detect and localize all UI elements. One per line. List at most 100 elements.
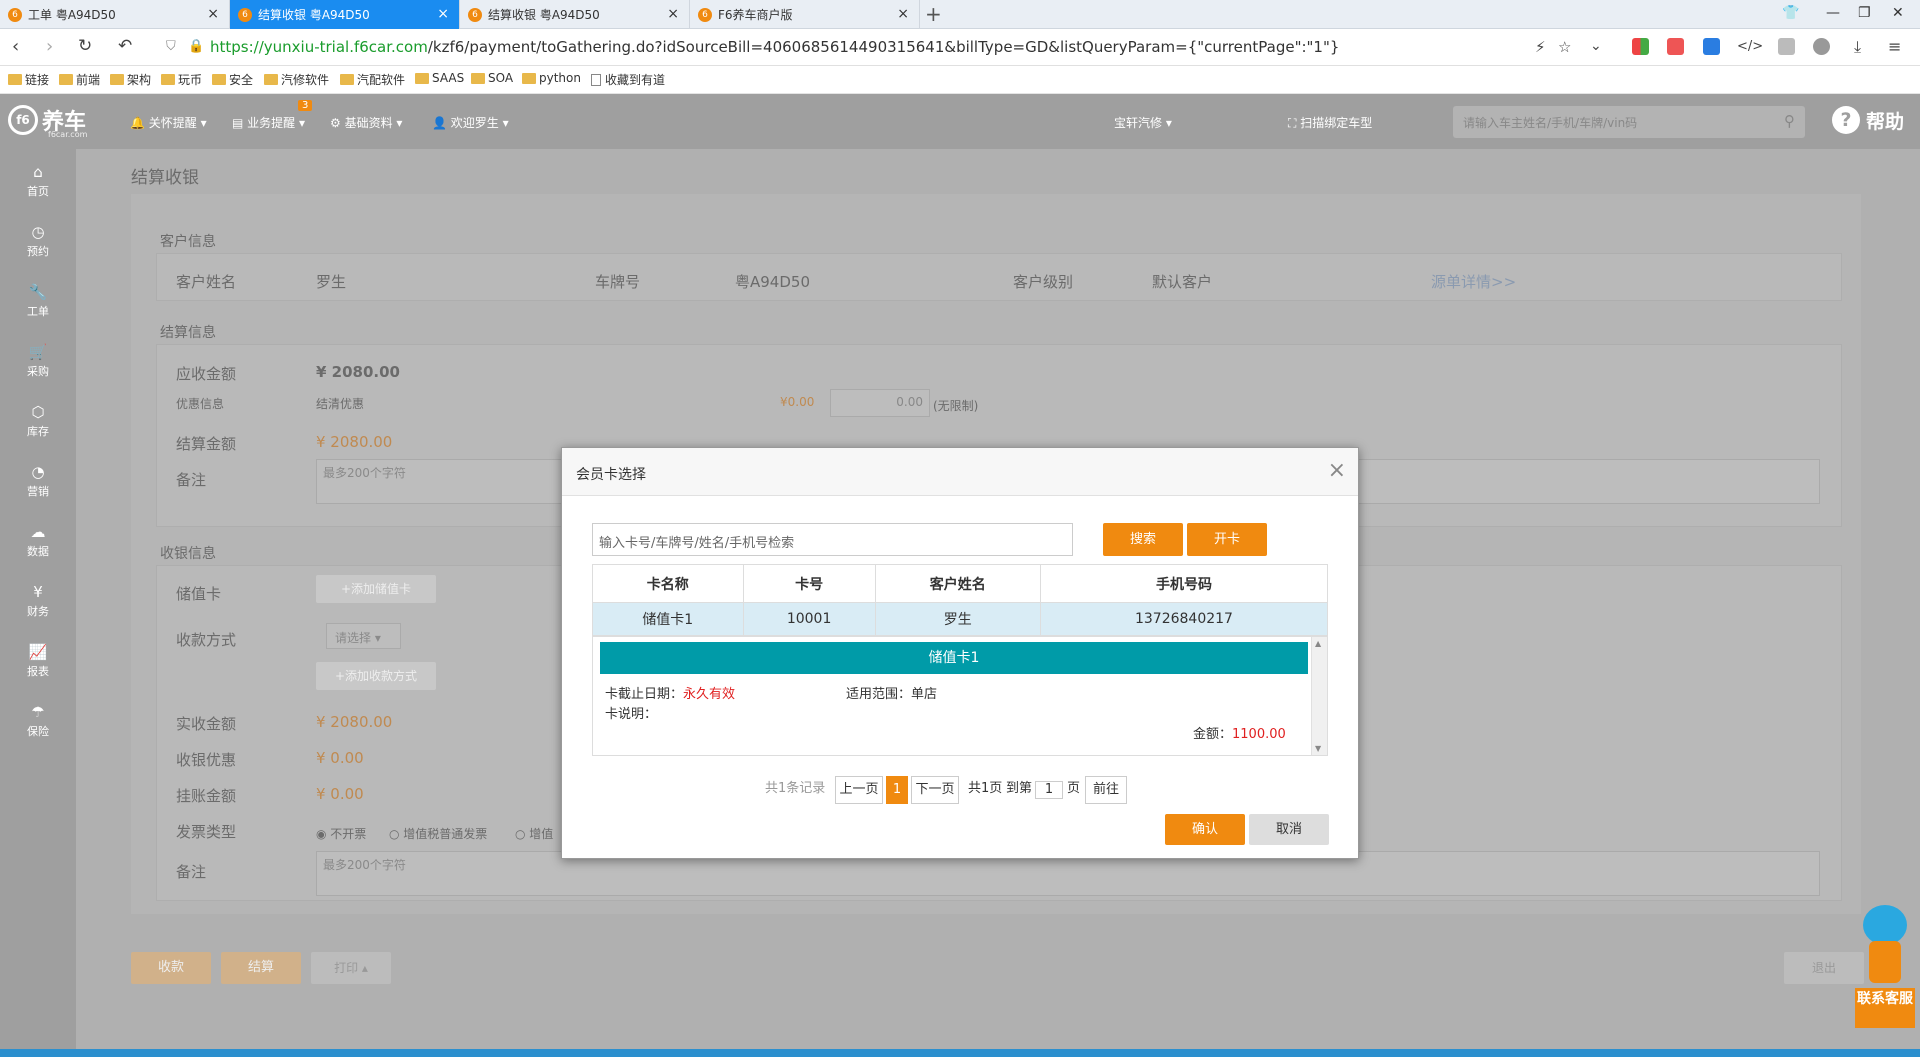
undo-icon[interactable]: ↶ <box>118 36 132 56</box>
close-tab-icon[interactable]: × <box>437 6 449 22</box>
sidebar-item-workorder[interactable]: 🔧 工单 <box>0 283 76 319</box>
table-row[interactable]: 储值卡1 10001 罗生 13726840217 <box>592 602 1329 636</box>
bookmark-folder[interactable]: 安全 <box>212 71 253 88</box>
detail-scrollbar[interactable]: ▲ ▼ <box>1311 637 1327 755</box>
open-card-button[interactable]: 开卡 <box>1187 523 1267 556</box>
browser-tab[interactable]: 6 工单 粤A94D50 × <box>0 0 230 29</box>
bookmark-folder[interactable]: 玩币 <box>161 71 202 88</box>
close-tab-icon[interactable]: × <box>897 6 909 22</box>
add-stored-card-button[interactable]: +添加储值卡 <box>316 575 436 603</box>
folder-icon <box>212 74 226 85</box>
sidebar-label: 采购 <box>27 365 49 378</box>
minimize-icon[interactable]: — <box>1826 5 1840 21</box>
invoice-option[interactable]: ◉ 不开票 <box>316 825 366 842</box>
yen-icon: ¥ <box>33 583 43 601</box>
star-icon[interactable]: ☆ <box>1558 38 1571 56</box>
prev-page-button[interactable]: 上一页 <box>835 776 883 804</box>
pie-icon: ◔ <box>31 463 45 481</box>
invoice-option[interactable]: ○ 增值 <box>515 825 553 842</box>
download-icon[interactable]: ⤓ <box>1854 37 1861 57</box>
invoice-option[interactable]: ○ 增值税普通发票 <box>389 825 487 842</box>
close-tab-icon[interactable]: × <box>667 6 679 22</box>
card-search-input[interactable]: 输入卡号/车牌号/姓名/手机号检索 <box>592 523 1073 556</box>
go-button[interactable]: 前往 <box>1085 776 1127 804</box>
bookmark-folder[interactable]: python <box>522 71 581 85</box>
browser-tab[interactable]: 6 F6养车商户版 × <box>690 0 920 29</box>
restore-icon[interactable]: ❐ <box>1858 5 1871 21</box>
settle-button[interactable]: 结算 <box>221 952 301 984</box>
bookmark-folder[interactable]: 链接 <box>8 71 49 88</box>
exit-button[interactable]: 退出 <box>1784 952 1864 984</box>
extension-icon[interactable] <box>1778 38 1795 55</box>
sidebar-item-inventory[interactable]: ⬡ 库存 <box>0 403 76 439</box>
scroll-up-icon[interactable]: ▲ <box>1315 639 1321 648</box>
business-reminder-menu[interactable]: ▤ 业务提醒 ▾ <box>232 114 305 131</box>
sidebar-item-finance[interactable]: ¥ 财务 <box>0 583 76 619</box>
chevron-down-icon[interactable]: ⌄ <box>1590 38 1602 54</box>
sidebar-label: 保险 <box>27 725 49 738</box>
customer-service-widget[interactable]: 联系客服 <box>1855 905 1915 1028</box>
forward-icon[interactable]: › <box>46 36 53 57</box>
reload-icon[interactable]: ↻ <box>78 36 92 56</box>
sidebar-item-insurance[interactable]: ☂ 保险 <box>0 703 76 739</box>
sidebar-label: 营销 <box>27 485 49 498</box>
bookmark-folder[interactable]: 汽配软件 <box>340 71 405 88</box>
discount-input-value: 0.00 <box>896 395 923 409</box>
scan-bind-button[interactable]: ⛶ 扫描绑定车型 <box>1288 114 1372 131</box>
bookmark-page[interactable]: 收藏到有道 <box>591 71 665 88</box>
shield-icon[interactable]: ⛉ <box>166 39 176 54</box>
discount-input[interactable]: 0.00 <box>830 389 930 417</box>
bookmark-folder[interactable]: 架构 <box>110 71 151 88</box>
pay-method-select[interactable]: 请选择 ▾ <box>326 623 401 649</box>
sidebar-item-home[interactable]: ⌂ 首页 <box>0 163 76 199</box>
browser-tab-active[interactable]: 6 结算收银 粤A94D50 × <box>230 0 460 29</box>
apps-icon[interactable] <box>1632 38 1649 55</box>
new-tab-button[interactable]: + <box>925 2 942 26</box>
lightning-icon[interactable]: ⚡ <box>1535 38 1546 56</box>
bookmark-folder[interactable]: 汽修软件 <box>264 71 329 88</box>
current-page[interactable]: 1 <box>886 776 908 804</box>
url-input[interactable]: https://yunxiu-trial.f6car.com/kzf6/paym… <box>210 38 1339 56</box>
extension-icon[interactable] <box>1813 38 1830 55</box>
scroll-down-icon[interactable]: ▼ <box>1315 744 1321 753</box>
add-pay-method-button[interactable]: +添加收款方式 <box>316 662 436 690</box>
goto-page-input[interactable]: 1 <box>1035 781 1063 799</box>
extension-icon[interactable] <box>1703 38 1720 55</box>
menu-icon[interactable]: ≡ <box>1888 37 1901 56</box>
cancel-button[interactable]: 取消 <box>1249 814 1329 845</box>
search-icon[interactable]: ⚲ <box>1784 112 1795 130</box>
next-page-button[interactable]: 下一页 <box>911 776 959 804</box>
sidebar-item-booking[interactable]: ◷ 预约 <box>0 223 76 259</box>
care-reminder-menu[interactable]: 🔔 关怀提醒 ▾ <box>130 114 207 131</box>
close-icon[interactable]: × <box>1328 458 1346 483</box>
close-tab-icon[interactable]: × <box>207 6 219 22</box>
store-selector[interactable]: 宝轩汽修 ▾ <box>1114 114 1172 131</box>
confirm-button[interactable]: 确认 <box>1165 814 1245 845</box>
contact-service-label: 联系客服 <box>1855 988 1915 1028</box>
extension-icon[interactable] <box>1667 38 1684 55</box>
section-title: 收银信息 <box>160 546 216 562</box>
expire-value: 永久有效 <box>683 687 736 702</box>
bookmark-folder[interactable]: SAAS <box>415 71 464 85</box>
basic-data-menu[interactable]: ⚙ 基础资料 ▾ <box>330 114 402 131</box>
bookmark-folder[interactable]: SOA <box>471 71 513 85</box>
sidebar-item-marketing[interactable]: ◔ 营销 <box>0 463 76 499</box>
user-menu[interactable]: 👤 欢迎罗生 ▾ <box>432 114 509 131</box>
sidebar-item-purchase[interactable]: 🛒 采购 <box>0 343 76 379</box>
shirt-icon[interactable]: 👕 <box>1782 5 1799 21</box>
back-icon[interactable]: ‹ <box>12 36 19 57</box>
global-search-input[interactable]: 请输入车主姓名/手机/车牌/vin码 ⚲ <box>1453 106 1805 138</box>
app-top-nav: f6 养车 f6car.com 🔔 关怀提醒 ▾ ▤ 业务提醒 ▾ 3 ⚙ 基础资… <box>0 94 1920 149</box>
print-button[interactable]: 打印 ▴ <box>311 952 391 984</box>
code-icon[interactable]: </> <box>1737 39 1763 54</box>
sidebar-item-report[interactable]: 📈 报表 <box>0 643 76 679</box>
collect-button[interactable]: 收款 <box>131 952 211 984</box>
browser-tab[interactable]: 6 结算收银 粤A94D50 × <box>460 0 690 29</box>
folder-icon <box>110 74 124 85</box>
close-window-icon[interactable]: ✕ <box>1892 5 1904 21</box>
help-button[interactable]: ? 帮助 <box>1832 106 1904 134</box>
sidebar-item-data[interactable]: ☁ 数据 <box>0 523 76 559</box>
source-detail-link[interactable]: 源单详情>> <box>1431 271 1516 292</box>
bookmark-folder[interactable]: 前端 <box>59 71 100 88</box>
search-button[interactable]: 搜索 <box>1103 523 1183 556</box>
